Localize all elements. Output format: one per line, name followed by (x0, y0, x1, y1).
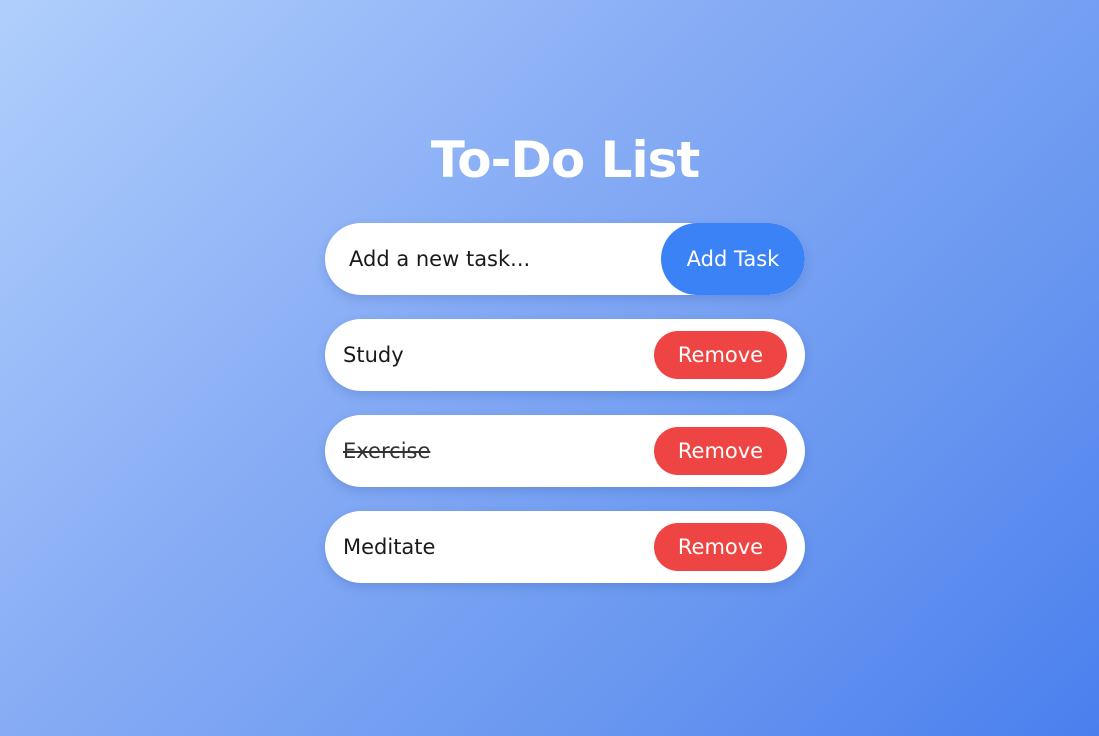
remove-task-button[interactable]: Remove (654, 427, 787, 475)
task-label[interactable]: Study (343, 319, 404, 391)
add-task-button[interactable]: Add Task (661, 223, 805, 295)
task-list: Study Remove Exercise Remove Meditate Re… (325, 319, 805, 607)
task-item-study: Study Remove (325, 319, 805, 391)
remove-task-button[interactable]: Remove (654, 523, 787, 571)
task-label[interactable]: Exercise (343, 415, 430, 487)
new-task-input[interactable] (325, 223, 661, 295)
task-item-meditate: Meditate Remove (325, 511, 805, 583)
page-title: To-Do List (430, 131, 701, 189)
task-item-exercise: Exercise Remove (325, 415, 805, 487)
remove-task-button[interactable]: Remove (654, 331, 787, 379)
task-label[interactable]: Meditate (343, 511, 435, 583)
add-task-form: Add Task (325, 223, 805, 295)
